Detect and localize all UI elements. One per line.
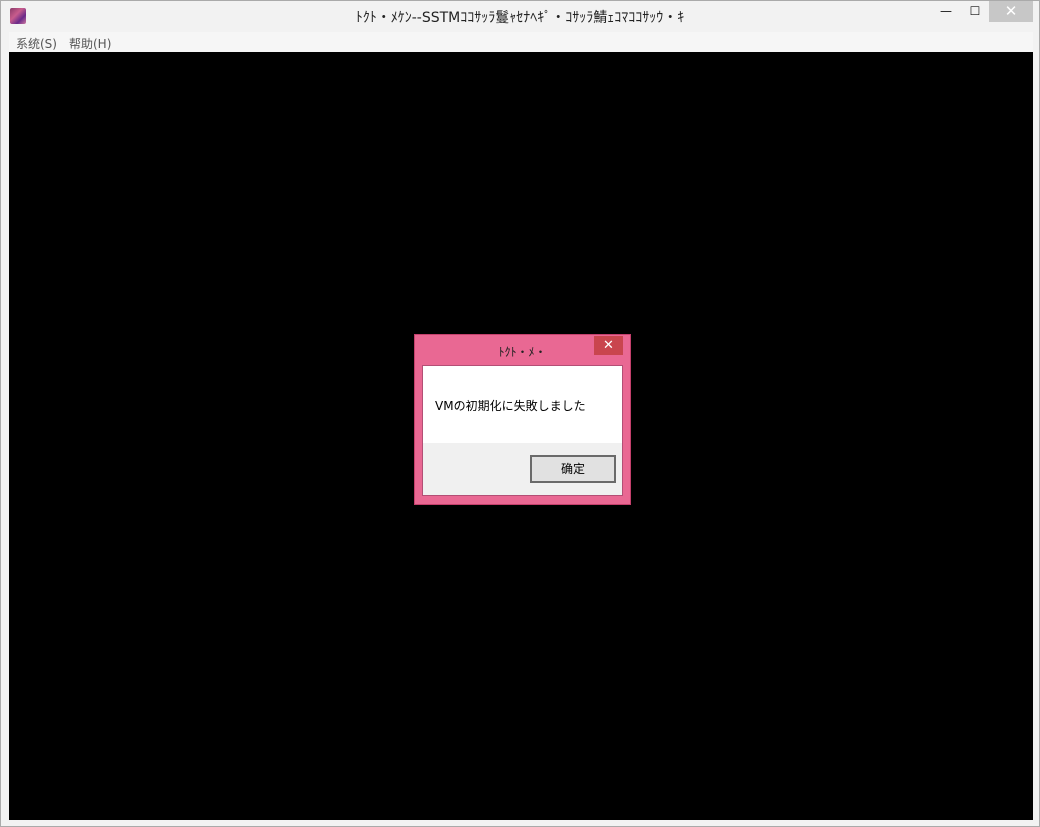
ok-button[interactable]: 确定 — [530, 455, 616, 483]
minimize-button[interactable]: — — [933, 1, 959, 22]
menu-bar: 系统(S) 帮助(H) — [9, 32, 1033, 52]
maximize-button[interactable]: ☐ — [962, 1, 988, 22]
title-bar[interactable]: ﾄｸﾄ・ﾒｹﾝ--SSTMｺｺｻｯﾗ鬘ｬｾﾅﾍｷﾟ・ｺｻｯﾗ鯖ｪｺﾏｺｺｻｯｳ・… — [1, 1, 1039, 31]
error-message: VMの初期化に失敗しました — [435, 399, 586, 413]
window-title: ﾄｸﾄ・ﾒｹﾝ--SSTMｺｺｻｯﾗ鬘ｬｾﾅﾍｷﾟ・ｺｻｯﾗ鯖ｪｺﾏｺｺｻｯｳ・… — [355, 10, 685, 26]
menu-help[interactable]: 帮助(H) — [69, 35, 111, 52]
error-dialog: ﾄｸﾄ・ﾒ・ ✕ VMの初期化に失敗しました 确定 — [414, 334, 631, 505]
close-button[interactable]: ✕ — [989, 1, 1033, 22]
dialog-close-button[interactable]: ✕ — [594, 336, 623, 355]
message-area: VMの初期化に失敗しました — [423, 366, 622, 443]
menu-system[interactable]: 系统(S) — [16, 35, 57, 52]
dialog-body: VMの初期化に失敗しました 确定 — [422, 365, 623, 496]
